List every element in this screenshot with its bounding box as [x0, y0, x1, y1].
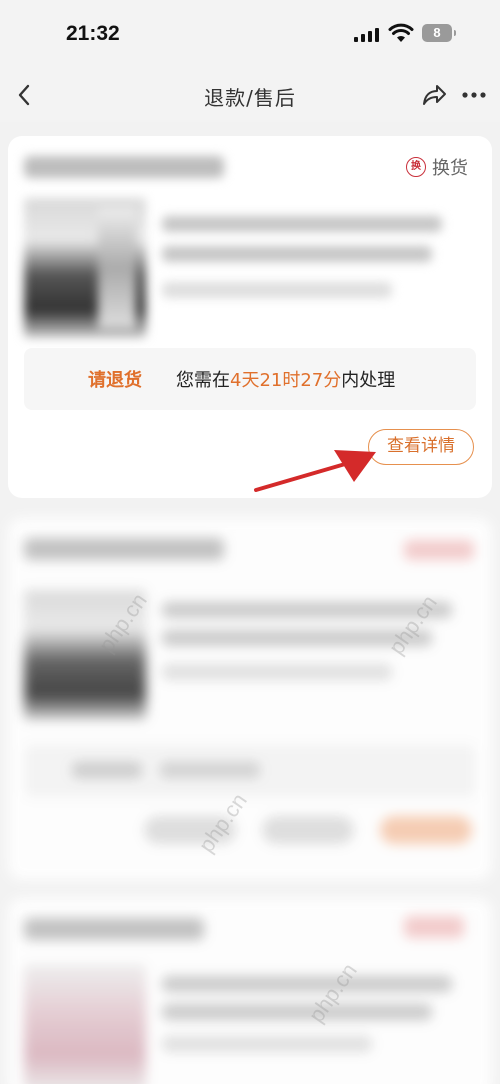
after-sale-order-card[interactable]	[8, 898, 492, 1084]
exchange-label: 换货	[432, 158, 468, 179]
action-button-redacted[interactable]	[262, 816, 354, 844]
product-title-redacted	[162, 1004, 432, 1020]
product-spec-redacted	[162, 1036, 372, 1052]
exchange-tag: 换 换货	[406, 154, 468, 180]
status-tag-redacted	[404, 540, 474, 560]
status-time: 21:32	[66, 22, 120, 45]
product-title-redacted	[162, 976, 452, 992]
share-icon[interactable]	[420, 82, 448, 108]
return-notice: 请退货 您需在4天21时27分内处理	[24, 348, 476, 410]
after-sale-order-card[interactable]	[8, 518, 492, 880]
shop-name-redacted	[24, 156, 224, 178]
product-thumbnail[interactable]	[24, 964, 146, 1084]
view-details-button[interactable]: 查看详情	[368, 429, 474, 465]
battery-icon: 8	[422, 24, 456, 42]
product-spec-redacted	[162, 282, 392, 298]
return-deadline-time: 4天21时27分	[230, 370, 342, 391]
shop-name-redacted	[24, 918, 204, 940]
product-title-redacted	[162, 216, 442, 232]
more-options-icon[interactable]	[460, 82, 488, 108]
product-thumbnail[interactable]	[24, 198, 146, 338]
notice-redacted	[24, 744, 476, 798]
product-spec-redacted	[162, 664, 392, 680]
nav-bar: 退款/售后	[0, 70, 500, 122]
product-title-redacted	[162, 246, 432, 262]
exchange-badge-icon: 换	[406, 157, 426, 177]
status-bar: 21:32 8	[0, 0, 500, 70]
cellular-signal-icon	[354, 26, 380, 42]
wifi-icon	[388, 23, 414, 42]
return-notice-label: 请退货	[88, 370, 142, 391]
return-deadline-text: 您需在4天21时27分内处理	[176, 370, 396, 391]
shop-name-redacted	[24, 538, 224, 560]
action-button-redacted[interactable]	[380, 816, 472, 844]
status-tag-redacted	[404, 916, 464, 938]
annotation-arrow-icon	[254, 450, 376, 492]
